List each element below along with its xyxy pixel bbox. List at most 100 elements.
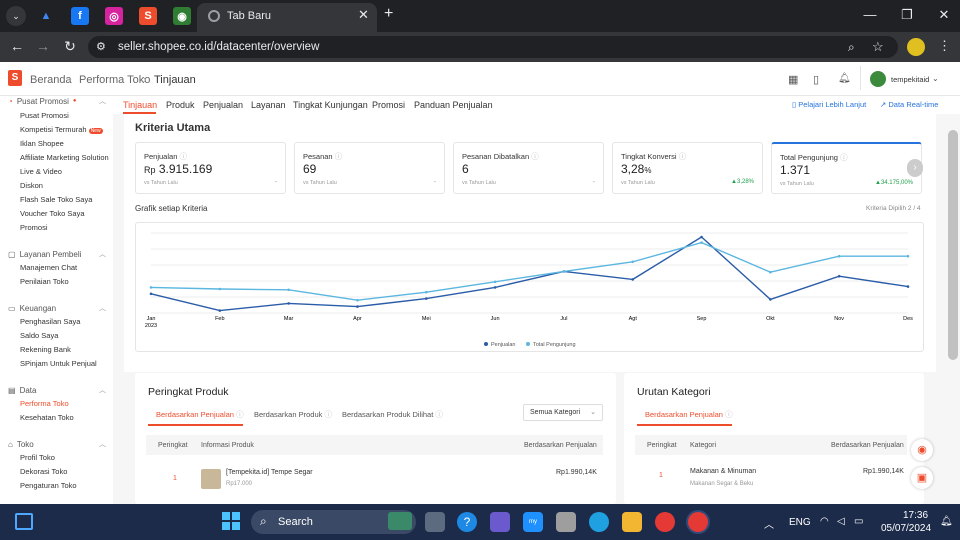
category-select[interactable]: Semua Kategori ⌄ <box>523 404 603 421</box>
metric-card-konversi[interactable]: Tingkat Konversi ⓘ 3,28% vs Tahun Lalu ▲… <box>612 142 763 194</box>
sidebar-item-performa[interactable]: Performa Toko <box>20 399 69 408</box>
scrollbar[interactable] <box>948 130 958 360</box>
metric-card-penjualan[interactable]: Penjualan ⓘ Rp 3.915.169 vs Tahun Lalu - <box>135 142 286 194</box>
tab-layanan[interactable]: Layanan <box>251 100 286 110</box>
new-tab-button[interactable]: + <box>384 5 393 23</box>
sidebar-item-iklan[interactable]: Iklan Shopee <box>20 139 64 148</box>
tab-search-icon[interactable]: ⌄ <box>6 6 26 26</box>
bookmark-star-icon[interactable]: ☆ <box>872 39 884 55</box>
tab-produk[interactable]: Produk <box>166 100 195 110</box>
sidebar-item-chat[interactable]: Manajemen Chat <box>20 263 77 272</box>
tab-penjualan[interactable]: Penjualan <box>203 100 243 110</box>
help-icon[interactable]: ◉ <box>911 439 933 461</box>
google-ads-tab-icon[interactable]: ▲ <box>37 7 55 25</box>
sidebar-group-keuangan[interactable]: ▭ Keuangan ︿ <box>8 303 106 313</box>
sidebar-item-rekening[interactable]: Rekening Bank <box>20 345 71 354</box>
windows-start-icon[interactable] <box>222 512 240 530</box>
url-text[interactable]: seller.shopee.co.id/datacenter/overview <box>118 41 319 53</box>
sidebar-item-dekorasi[interactable]: Dekorasi Toko <box>20 467 67 476</box>
active-tab[interactable] <box>197 3 377 32</box>
sidebar-item-penilaian[interactable]: Penilaian Toko <box>20 277 69 286</box>
sidebar-group-promosi[interactable]: ◔ Pusat Promosi ● ︿ <box>8 96 106 106</box>
close-window-icon[interactable]: ✕ <box>934 7 954 23</box>
shop-name[interactable]: tempekitaid <box>891 75 929 84</box>
breadcrumb-performa[interactable]: Performa Toko <box>79 74 150 86</box>
help-app-icon[interactable]: ? <box>457 512 477 532</box>
instagram-tab-icon[interactable]: ◎ <box>105 7 123 25</box>
chrome-icon[interactable] <box>655 512 675 532</box>
chevron-down-icon[interactable]: ⌄ <box>932 74 939 83</box>
sidebar-group-layanan[interactable]: ▢ Layanan Pembeli ︿ <box>8 249 106 259</box>
shop-avatar[interactable] <box>870 71 886 87</box>
criteria-selected[interactable]: Kriteria Dipilih 2 / 4 <box>866 205 921 212</box>
learn-more-link[interactable]: ▯ Pelajari Lebih Lanjut <box>792 100 866 109</box>
app-icon[interactable]: my <box>523 512 543 532</box>
profile-avatar[interactable] <box>907 38 925 56</box>
metric-card-pesanan[interactable]: Pesanan ⓘ 69 vs Tahun Lalu - <box>294 142 445 194</box>
realtime-link[interactable]: ↗ Data Real-time <box>880 100 938 109</box>
file-explorer-icon[interactable] <box>622 512 642 532</box>
shopee-tab-icon[interactable]: S <box>139 7 157 25</box>
product-thumbnail[interactable] <box>201 469 221 489</box>
sidebar-item-pengaturan[interactable]: Pengaturan Toko <box>20 481 77 490</box>
reload-icon[interactable]: ↻ <box>61 38 79 55</box>
sidebar-group-toko[interactable]: ⌂ Toko ︿ <box>8 439 106 449</box>
tab-close-icon[interactable]: ✕ <box>358 7 369 23</box>
tab-tingkat-kunjungan[interactable]: Tingkat Kunjungan <box>293 100 368 110</box>
sidebar-item-live[interactable]: Live & Video <box>20 167 62 176</box>
sidebar-item-pusat-promosi[interactable]: Pusat Promosi <box>20 111 69 120</box>
bell-icon[interactable]: 🔔︎ <box>838 73 851 84</box>
sidebar-item-kompetisi[interactable]: Kompetisi Termurah New <box>20 125 103 134</box>
chrome-active-icon[interactable] <box>688 512 708 532</box>
tab-by-sales[interactable]: Berdasarkan Penjualan ⓘ <box>645 409 733 420</box>
tab-promosi[interactable]: Promosi <box>372 100 405 110</box>
sidebar-item-saldo[interactable]: Saldo Saya <box>20 331 58 340</box>
forward-icon[interactable]: → <box>34 38 52 54</box>
sidebar-item-profil[interactable]: Profil Toko <box>20 453 55 462</box>
site-settings-icon[interactable]: ⚙ <box>96 40 106 53</box>
battery-icon[interactable]: ▭ <box>854 516 863 527</box>
breadcrumb-home[interactable]: Beranda <box>30 74 72 86</box>
edge-icon[interactable] <box>589 512 609 532</box>
back-icon[interactable]: ← <box>8 38 26 54</box>
printer-icon[interactable] <box>556 512 576 532</box>
browser-menu-icon[interactable]: ⋮ <box>938 38 951 54</box>
tray-chevron-icon[interactable]: ︿ <box>764 516 774 531</box>
category-name[interactable]: Makanan & Minuman <box>690 468 756 475</box>
sidebar-item-diskon[interactable]: Diskon <box>20 181 43 190</box>
metric-card-dibatalkan[interactable]: Pesanan Dibatalkan ⓘ 6 vs Tahun Lalu - <box>453 142 604 194</box>
sidebar-item-voucher[interactable]: Voucher Toko Saya <box>20 209 85 218</box>
restore-icon[interactable]: ❐ <box>897 7 917 23</box>
tab-by-product[interactable]: Berdasarkan Produk ⓘ <box>254 409 332 420</box>
sidebar-group-data[interactable]: ▤ Data ︿ <box>8 385 106 395</box>
tab-tinjauan[interactable]: Tinjauan <box>123 100 157 110</box>
widgets-icon[interactable] <box>15 513 33 530</box>
sidebar-item-spinjam[interactable]: SPinjam Untuk Penjual <box>20 359 97 368</box>
apps-grid-icon[interactable]: ▦ <box>788 73 798 86</box>
chat-icon[interactable]: ▣ <box>911 467 933 489</box>
book-icon[interactable]: ▯ <box>813 73 819 86</box>
chevron-right-icon[interactable]: › <box>907 159 923 177</box>
sidebar-item-penghasilan[interactable]: Penghasilan Saya <box>20 317 80 326</box>
app-tab-icon[interactable]: ◉ <box>173 7 191 25</box>
notification-icon[interactable]: 🔔︎ <box>940 516 953 527</box>
language-indicator[interactable]: ENG <box>789 517 811 528</box>
teams-icon[interactable] <box>490 512 510 532</box>
volume-icon[interactable]: ◁ <box>837 516 845 527</box>
shopee-logo[interactable]: S <box>8 70 22 86</box>
sidebar-item-kesehatan[interactable]: Kesehatan Toko <box>20 413 74 422</box>
task-view-icon[interactable] <box>425 512 445 532</box>
facebook-tab-icon[interactable]: f <box>71 7 89 25</box>
zoom-icon[interactable]: ⌕ <box>848 40 855 55</box>
clock-time[interactable]: 17:36 <box>903 510 928 521</box>
product-name[interactable]: [Tempekita.id] Tempe Segar <box>226 469 313 476</box>
tab-by-sales[interactable]: Berdasarkan Penjualan ⓘ <box>156 409 244 420</box>
minimize-icon[interactable]: — <box>860 7 880 22</box>
sidebar-item-affiliate[interactable]: Affiliate Marketing Solution <box>20 153 109 162</box>
sidebar-item-flashsale[interactable]: Flash Sale Toko Saya <box>20 195 92 204</box>
wifi-icon[interactable]: ◠ <box>820 516 829 527</box>
tab-panduan[interactable]: Panduan Penjualan <box>414 100 493 110</box>
clock-date[interactable]: 05/07/2024 <box>881 523 931 534</box>
sidebar-item-promosi[interactable]: Promosi <box>20 223 48 232</box>
tab-by-viewed[interactable]: Berdasarkan Produk Dilihat ⓘ <box>342 409 443 420</box>
